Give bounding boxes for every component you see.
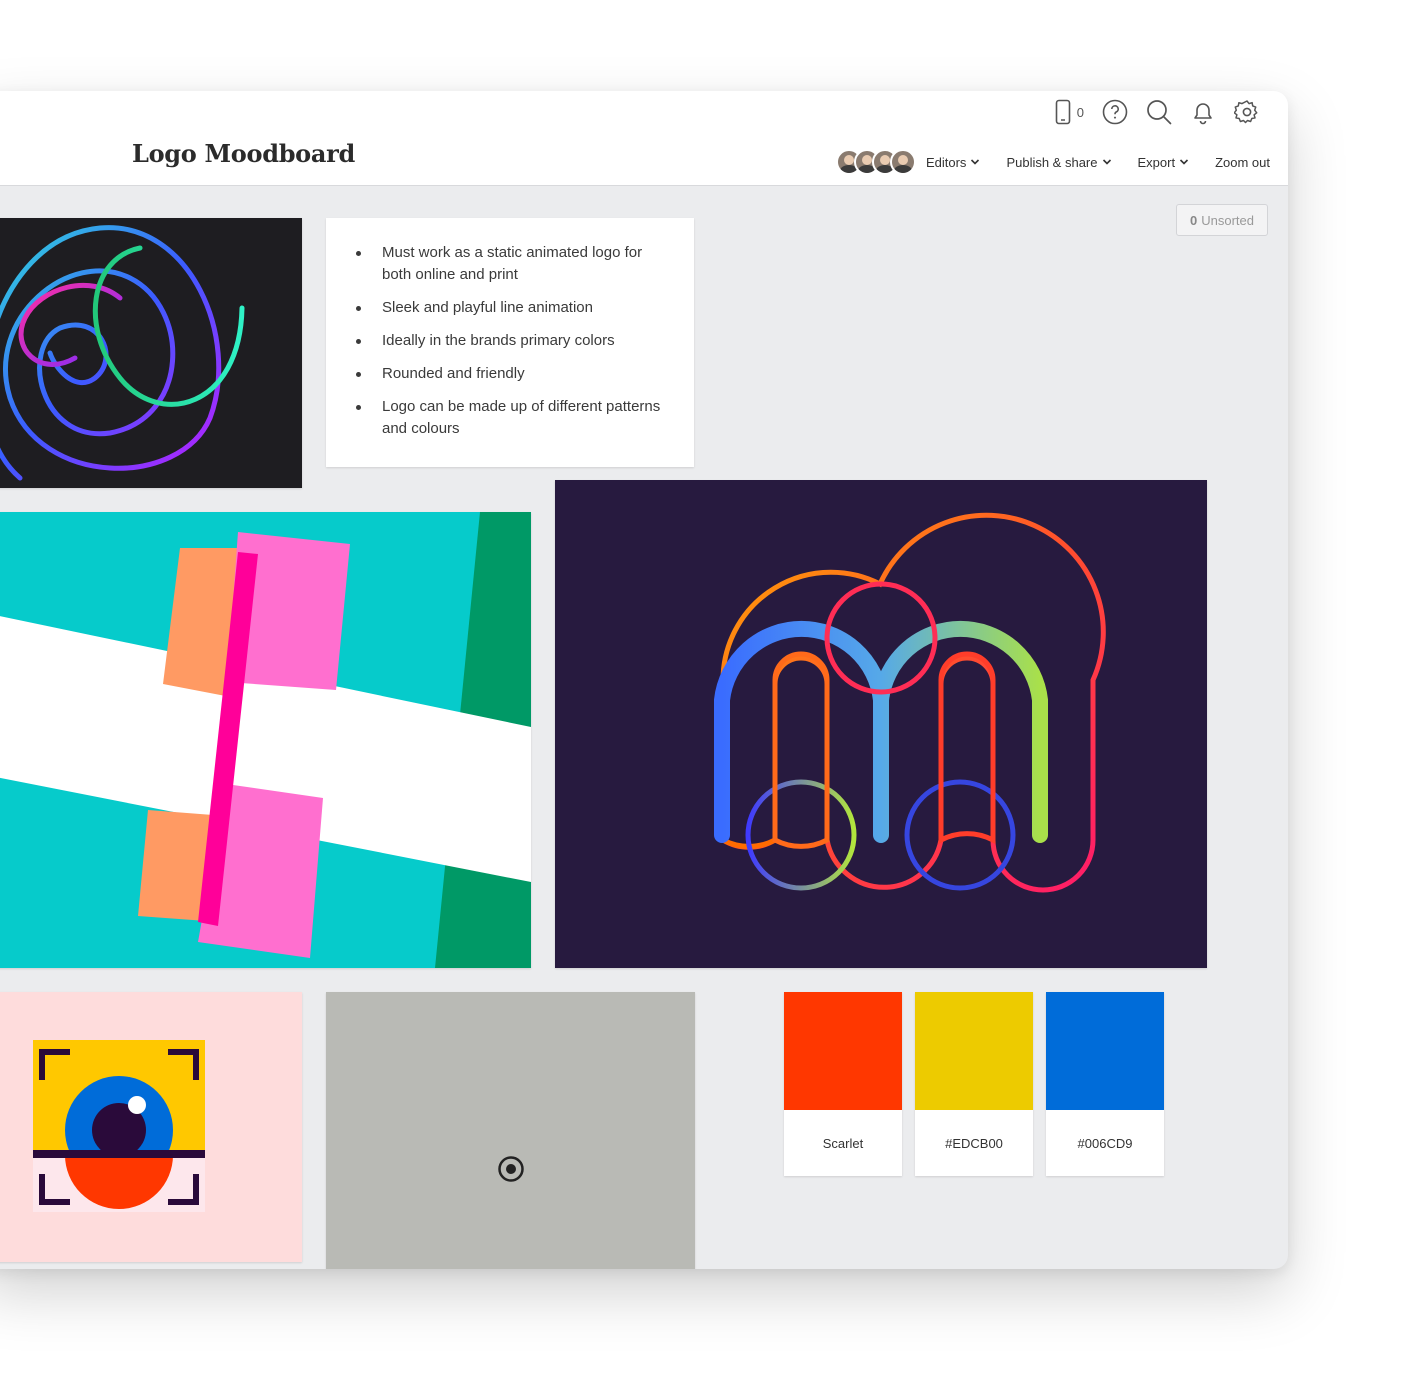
chevron-down-icon bbox=[970, 158, 980, 166]
chevron-down-icon bbox=[1179, 158, 1189, 166]
swatch-label: Scarlet bbox=[784, 1110, 902, 1176]
unsorted-label: Unsorted bbox=[1201, 213, 1254, 228]
toolbar-icons: 0 bbox=[1055, 99, 1260, 125]
swatch-color bbox=[784, 992, 902, 1110]
moodboard-canvas: Must work as a static animated logo for … bbox=[0, 186, 1288, 1269]
eye-logo-image[interactable] bbox=[0, 992, 302, 1262]
mobile-device-icon bbox=[1055, 99, 1071, 125]
zoom-label: Zoom out bbox=[1215, 155, 1270, 170]
color-swatch-blue[interactable]: #006CD9 bbox=[1046, 992, 1164, 1176]
geometric-shapes-image[interactable] bbox=[0, 512, 531, 968]
menu-bar: Editors Publish & share Export Zoom out bbox=[836, 149, 1270, 175]
avatar bbox=[890, 149, 916, 175]
export-menu[interactable]: Export bbox=[1138, 155, 1190, 170]
requirements-list: Must work as a static animated logo for … bbox=[356, 242, 666, 440]
zoom-out-button[interactable]: Zoom out bbox=[1215, 155, 1270, 170]
unsorted-count: 0 bbox=[1190, 213, 1197, 228]
list-item: Logo can be made up of different pattern… bbox=[356, 396, 666, 440]
eye-artwork bbox=[0, 992, 302, 1262]
m-logo-image[interactable] bbox=[555, 480, 1207, 968]
publish-label: Publish & share bbox=[1006, 155, 1097, 170]
geometric-artwork bbox=[0, 512, 531, 968]
m-logo-artwork bbox=[555, 480, 1207, 968]
list-item: Ideally in the brands primary colors bbox=[356, 330, 666, 352]
device-count: 0 bbox=[1077, 105, 1084, 120]
mobile-device-button[interactable]: 0 bbox=[1055, 99, 1084, 125]
swatch-label: #EDCB00 bbox=[915, 1110, 1033, 1176]
editors-label: Editors bbox=[926, 155, 966, 170]
editor-avatars[interactable] bbox=[836, 149, 916, 175]
help-icon[interactable] bbox=[1102, 99, 1128, 125]
color-swatch-scarlet[interactable]: Scarlet bbox=[784, 992, 902, 1176]
page-title: Logo Moodboard bbox=[132, 139, 355, 168]
neon-spiral-artwork bbox=[0, 218, 302, 488]
app-window: Logo Moodboard 0 bbox=[0, 91, 1288, 1269]
list-item: Must work as a static animated logo for … bbox=[356, 242, 666, 286]
list-item: Rounded and friendly bbox=[356, 363, 666, 385]
requirements-note[interactable]: Must work as a static animated logo for … bbox=[326, 218, 694, 467]
publish-share-menu[interactable]: Publish & share bbox=[1006, 155, 1111, 170]
swatch-label: #006CD9 bbox=[1046, 1110, 1164, 1176]
gear-icon[interactable] bbox=[1234, 99, 1260, 125]
swatch-color bbox=[915, 992, 1033, 1110]
list-item: Sleek and playful line animation bbox=[356, 297, 666, 319]
editors-menu[interactable]: Editors bbox=[926, 155, 980, 170]
color-swatch-yellow[interactable]: #EDCB00 bbox=[915, 992, 1033, 1176]
bell-icon[interactable] bbox=[1190, 99, 1216, 125]
target-icon bbox=[496, 1154, 526, 1184]
top-header: Logo Moodboard 0 bbox=[0, 91, 1288, 186]
loading-image-placeholder[interactable] bbox=[326, 992, 695, 1269]
neon-spiral-image[interactable] bbox=[0, 218, 302, 488]
export-label: Export bbox=[1138, 155, 1176, 170]
search-icon[interactable] bbox=[1146, 99, 1172, 125]
swatch-color bbox=[1046, 992, 1164, 1110]
chevron-down-icon bbox=[1102, 158, 1112, 166]
unsorted-badge[interactable]: 0 Unsorted bbox=[1176, 204, 1268, 236]
